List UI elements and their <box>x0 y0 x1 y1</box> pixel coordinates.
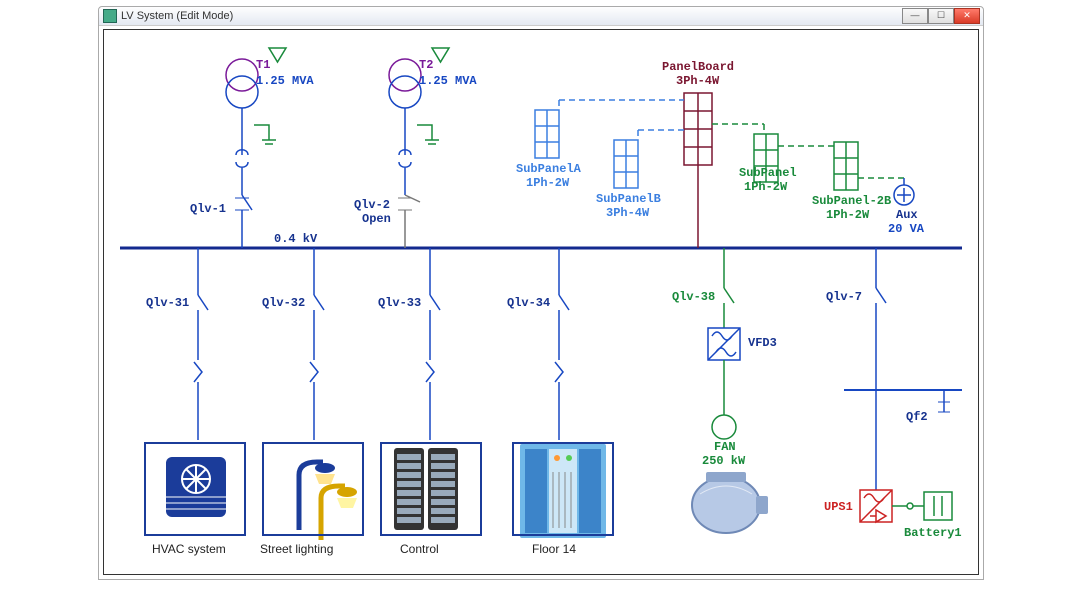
hvac-label: HVAC system <box>152 542 226 556</box>
motor-icon <box>692 472 768 533</box>
subpanelA-type: 1Ph-2W <box>526 176 569 190</box>
breaker-qlv38[interactable]: Qlv-38 <box>672 290 715 304</box>
street-label: Street lighting <box>260 542 333 556</box>
vfd-name[interactable]: VFD3 <box>748 336 777 350</box>
breaker-qlv32[interactable]: Qlv-32 <box>262 296 305 310</box>
breaker-qlv2[interactable]: Qlv-2 <box>354 198 390 212</box>
panelboard-type: 3Ph-4W <box>676 74 719 88</box>
titlebar: LV System (Edit Mode) — ☐ ✕ <box>99 7 983 26</box>
load-street[interactable] <box>262 442 364 536</box>
battery-name[interactable]: Battery1 <box>904 526 962 540</box>
breaker-qlv33[interactable]: Qlv-33 <box>378 296 421 310</box>
control-label: Control <box>400 542 439 556</box>
subpanel2B-name[interactable]: SubPanel-2B <box>812 194 891 208</box>
t1-rating: 1.25 MVA <box>256 74 314 88</box>
breaker-qf2[interactable]: Qf2 <box>906 410 928 424</box>
minimize-button[interactable]: — <box>902 8 928 24</box>
breaker-qlv7[interactable]: Qlv-7 <box>826 290 862 304</box>
aux-rating: 20 VA <box>888 222 924 236</box>
aux-name[interactable]: Aux <box>896 208 918 222</box>
close-button[interactable]: ✕ <box>954 8 980 24</box>
subpanel2B-type: 1Ph-2W <box>826 208 869 222</box>
subpanel1-type: 1Ph-2W <box>744 180 787 194</box>
app-window: LV System (Edit Mode) — ☐ ✕ <box>98 6 984 580</box>
maximize-button[interactable]: ☐ <box>928 8 954 24</box>
subpanelB-type: 3Ph-4W <box>606 206 649 220</box>
load-control[interactable] <box>380 442 482 536</box>
subpanelB-name[interactable]: SubPanelB <box>596 192 661 206</box>
bus-voltage: 0.4 kV <box>274 232 317 246</box>
panelboard-name[interactable]: PanelBoard <box>662 60 734 74</box>
diagram-canvas[interactable]: T1 1.25 MVA T2 1.25 MVA Qlv-1 Qlv-2 Open… <box>103 29 979 575</box>
breaker-qlv34[interactable]: Qlv-34 <box>507 296 550 310</box>
breaker-qlv1[interactable]: Qlv-1 <box>190 202 226 216</box>
fan-rating: 250 kW <box>702 454 745 468</box>
subpanelA-name[interactable]: SubPanelA <box>516 162 581 176</box>
breaker-qlv31[interactable]: Qlv-31 <box>146 296 189 310</box>
t2-name[interactable]: T2 <box>419 58 433 72</box>
load-hvac[interactable] <box>144 442 246 536</box>
ups-name[interactable]: UPS1 <box>824 500 853 514</box>
t1-name[interactable]: T1 <box>256 58 270 72</box>
window-title: LV System (Edit Mode) <box>121 10 233 22</box>
load-floor14[interactable] <box>512 442 614 536</box>
app-icon <box>103 9 117 23</box>
breaker-qlv2-state: Open <box>362 212 391 226</box>
t2-rating: 1.25 MVA <box>419 74 477 88</box>
fan-name[interactable]: FAN <box>714 440 736 454</box>
subpanel1-name[interactable]: SubPanel <box>739 166 797 180</box>
floor-label: Floor 14 <box>532 542 576 556</box>
